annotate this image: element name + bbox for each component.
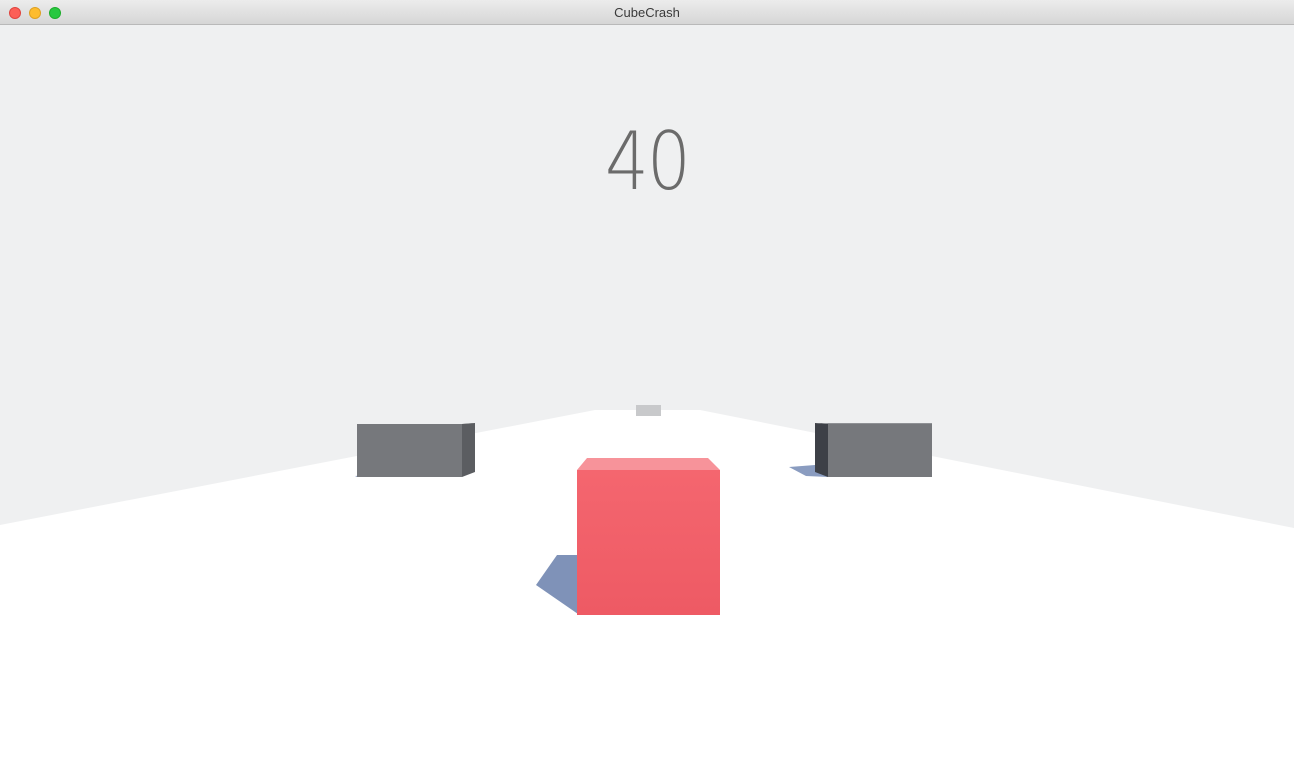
window-title: CubeCrash	[614, 5, 680, 20]
right-obstacle	[815, 423, 932, 477]
title-bar[interactable]: CubeCrash	[0, 0, 1294, 25]
game-scene[interactable]: 40	[0, 25, 1294, 772]
game-window: CubeCrash 40	[0, 0, 1294, 772]
distant-obstacle	[636, 405, 661, 416]
player-cube	[577, 458, 720, 615]
left-obstacle	[357, 423, 475, 477]
score-counter: 40	[604, 115, 691, 208]
